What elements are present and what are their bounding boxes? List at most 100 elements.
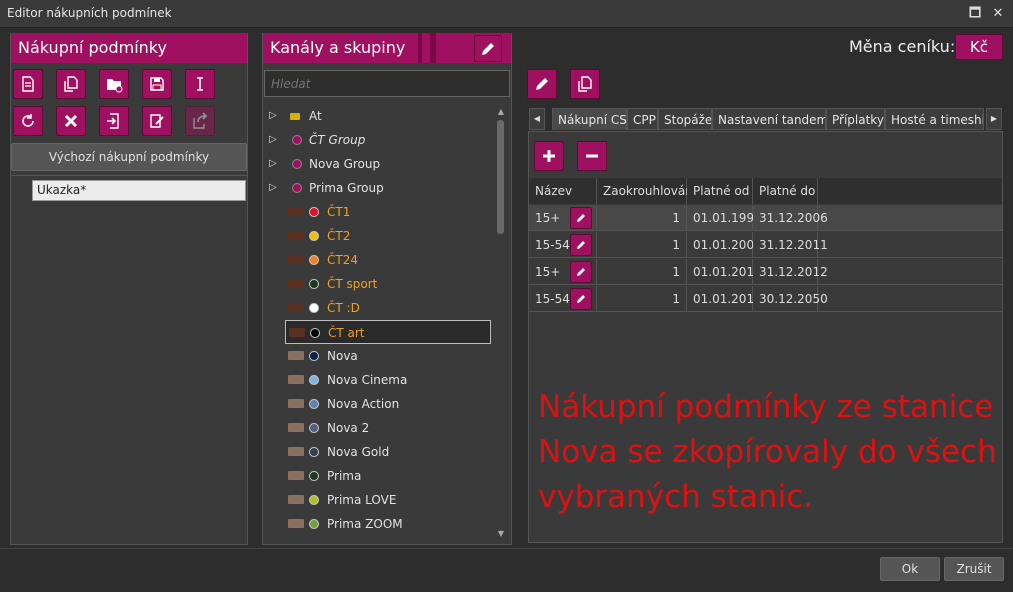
tree-channel[interactable]: ČT art <box>285 320 491 344</box>
expand-icon[interactable]: ▷ <box>269 128 277 152</box>
tree-channel[interactable]: ČT2 <box>267 224 493 248</box>
pencil-icon <box>577 268 585 276</box>
cell-valid-from[interactable]: 01.01.2012 <box>687 259 762 285</box>
tree-label: Nova 2 <box>327 421 370 435</box>
channel-color-icon <box>309 231 319 241</box>
pencil-icon <box>482 42 494 55</box>
tree-group[interactable]: ▷ Prima Group <box>267 176 493 200</box>
new-document-button[interactable] <box>13 69 43 99</box>
annotation-line: Nova se zkopírovaly do všech <box>538 434 997 470</box>
tab-scroll-left-icon[interactable]: ◀ <box>529 108 545 130</box>
cell-rounding[interactable]: 1 <box>597 205 687 231</box>
cell-valid-to[interactable]: 30.12.2050 <box>753 286 828 312</box>
restore-icon[interactable]: 🗖 <box>966 5 984 23</box>
currency-selector[interactable]: Kč <box>955 34 1003 60</box>
tree-channel[interactable]: Prima LOVE <box>267 488 493 512</box>
tree-group[interactable]: ▷ Nova Group <box>267 152 493 176</box>
tree-group[interactable]: ▷ At <box>267 104 493 128</box>
delete-icon <box>64 114 78 128</box>
channel-logo-icon <box>288 423 304 432</box>
tree-group[interactable]: ▷ ČT Group <box>267 128 493 152</box>
left-panel-header: Nákupní podmínky <box>11 33 247 63</box>
close-icon[interactable]: ✕ <box>989 5 1007 23</box>
channel-color-icon <box>309 495 319 505</box>
copy-button[interactable] <box>56 69 86 99</box>
tab-5[interactable]: Hosté a timeshift <box>885 108 984 130</box>
tree-channel[interactable]: ČT24 <box>267 248 493 272</box>
tree-label: ČT art <box>328 326 365 340</box>
cell-valid-to[interactable]: 31.12.2006 <box>753 205 828 231</box>
tree-channel[interactable]: Nova 2 <box>267 416 493 440</box>
open-folder-button[interactable] <box>99 69 129 99</box>
refresh-button[interactable] <box>13 106 43 136</box>
cell-valid-to[interactable]: 31.12.2011 <box>753 232 828 258</box>
edit-row-button[interactable] <box>570 207 592 229</box>
conditions-list-item[interactable]: Ukazka* <box>32 180 246 201</box>
cell-valid-from[interactable]: 01.01.2007 <box>687 232 762 258</box>
expand-icon[interactable]: ▷ <box>269 176 277 200</box>
column-header-valid-to[interactable]: Platné do <box>753 178 818 204</box>
tree-label: Nova Cinema <box>327 373 408 387</box>
save-button[interactable] <box>142 69 172 99</box>
tab-scroll-right-icon[interactable]: ▶ <box>986 108 1002 130</box>
cell-rounding[interactable]: 1 <box>597 259 687 285</box>
edit-row-button[interactable] <box>570 288 592 310</box>
column-header-rounding[interactable]: Zaokrouhlování <box>597 178 696 204</box>
tab-1[interactable]: CPP <box>627 108 658 130</box>
tree-label: Prima <box>327 469 362 483</box>
tree-channel[interactable]: Nova Cinema <box>267 368 493 392</box>
tab-3[interactable]: Nastavení tandemů <box>712 108 826 130</box>
add-row-button[interactable] <box>534 141 564 171</box>
column-header-valid-from[interactable]: Platné od <box>687 178 753 204</box>
default-conditions-button[interactable]: Výchozí nákupní podmínky <box>11 143 247 171</box>
ok-button[interactable]: Ok <box>880 557 940 581</box>
tree-scrollbar[interactable]: ▲ ▼ <box>496 106 506 542</box>
expand-icon[interactable]: ▷ <box>269 152 277 176</box>
export-button[interactable] <box>185 106 215 136</box>
channel-tree: ▷ At ▷ ČT Group ▷ Nova Group ▷ Prima Group ČT1 ČT… <box>263 104 493 542</box>
tree-channel[interactable]: Nova Gold <box>267 440 493 464</box>
scroll-up-icon[interactable]: ▲ <box>496 106 506 118</box>
scrollbar-thumb[interactable] <box>497 120 504 234</box>
tree-channel[interactable]: ČT :D <box>267 296 493 320</box>
tree-channel[interactable]: Nova <box>267 344 493 368</box>
import-button[interactable] <box>99 106 129 136</box>
cell-valid-from[interactable]: 01.01.2013 <box>687 286 762 312</box>
edit-row-button[interactable] <box>570 261 592 283</box>
expand-icon[interactable]: ▷ <box>269 104 277 128</box>
delete-button[interactable] <box>56 106 86 136</box>
cell-valid-from[interactable]: 01.01.1990 <box>687 205 762 231</box>
channel-color-icon <box>309 375 319 385</box>
pencil-icon <box>577 295 585 303</box>
cell-rounding[interactable]: 1 <box>597 286 687 312</box>
rename-button[interactable] <box>185 69 215 99</box>
channel-logo-icon <box>288 495 304 504</box>
tree-label: Nova Action <box>327 397 400 411</box>
scroll-down-icon[interactable]: ▼ <box>496 528 506 540</box>
copy-button[interactable] <box>570 69 600 99</box>
channel-color-icon <box>309 279 319 289</box>
group-color-icon <box>292 183 302 193</box>
tree-channel[interactable]: Prima <box>267 464 493 488</box>
edit-row-button[interactable] <box>570 234 592 256</box>
edit-groups-button[interactable] <box>474 35 502 62</box>
tree-channel[interactable]: ČT sport <box>267 272 493 296</box>
tree-label: ČT Group <box>309 133 366 147</box>
tab-0[interactable]: Nákupní CS <box>552 108 627 130</box>
cancel-button[interactable]: Zrušit <box>944 557 1004 581</box>
search-input[interactable] <box>264 70 510 97</box>
tree-channel[interactable]: Nova Action <box>267 392 493 416</box>
channel-color-icon <box>309 303 319 313</box>
cell-rounding[interactable]: 1 <box>597 232 687 258</box>
tab-4[interactable]: Příplatky <box>826 108 885 130</box>
channel-logo-icon <box>288 471 304 480</box>
edit-button[interactable] <box>527 69 557 99</box>
tree-channel[interactable]: Prima ZOOM <box>267 512 493 536</box>
cell-valid-to[interactable]: 31.12.2012 <box>753 259 828 285</box>
channel-logo-icon <box>288 399 304 408</box>
remove-row-button[interactable] <box>577 141 607 171</box>
edit-document-button[interactable] <box>142 106 172 136</box>
tab-2[interactable]: Stopáže <box>658 108 712 130</box>
column-header-name[interactable]: Název <box>529 178 597 204</box>
tree-channel[interactable]: ČT1 <box>267 200 493 224</box>
